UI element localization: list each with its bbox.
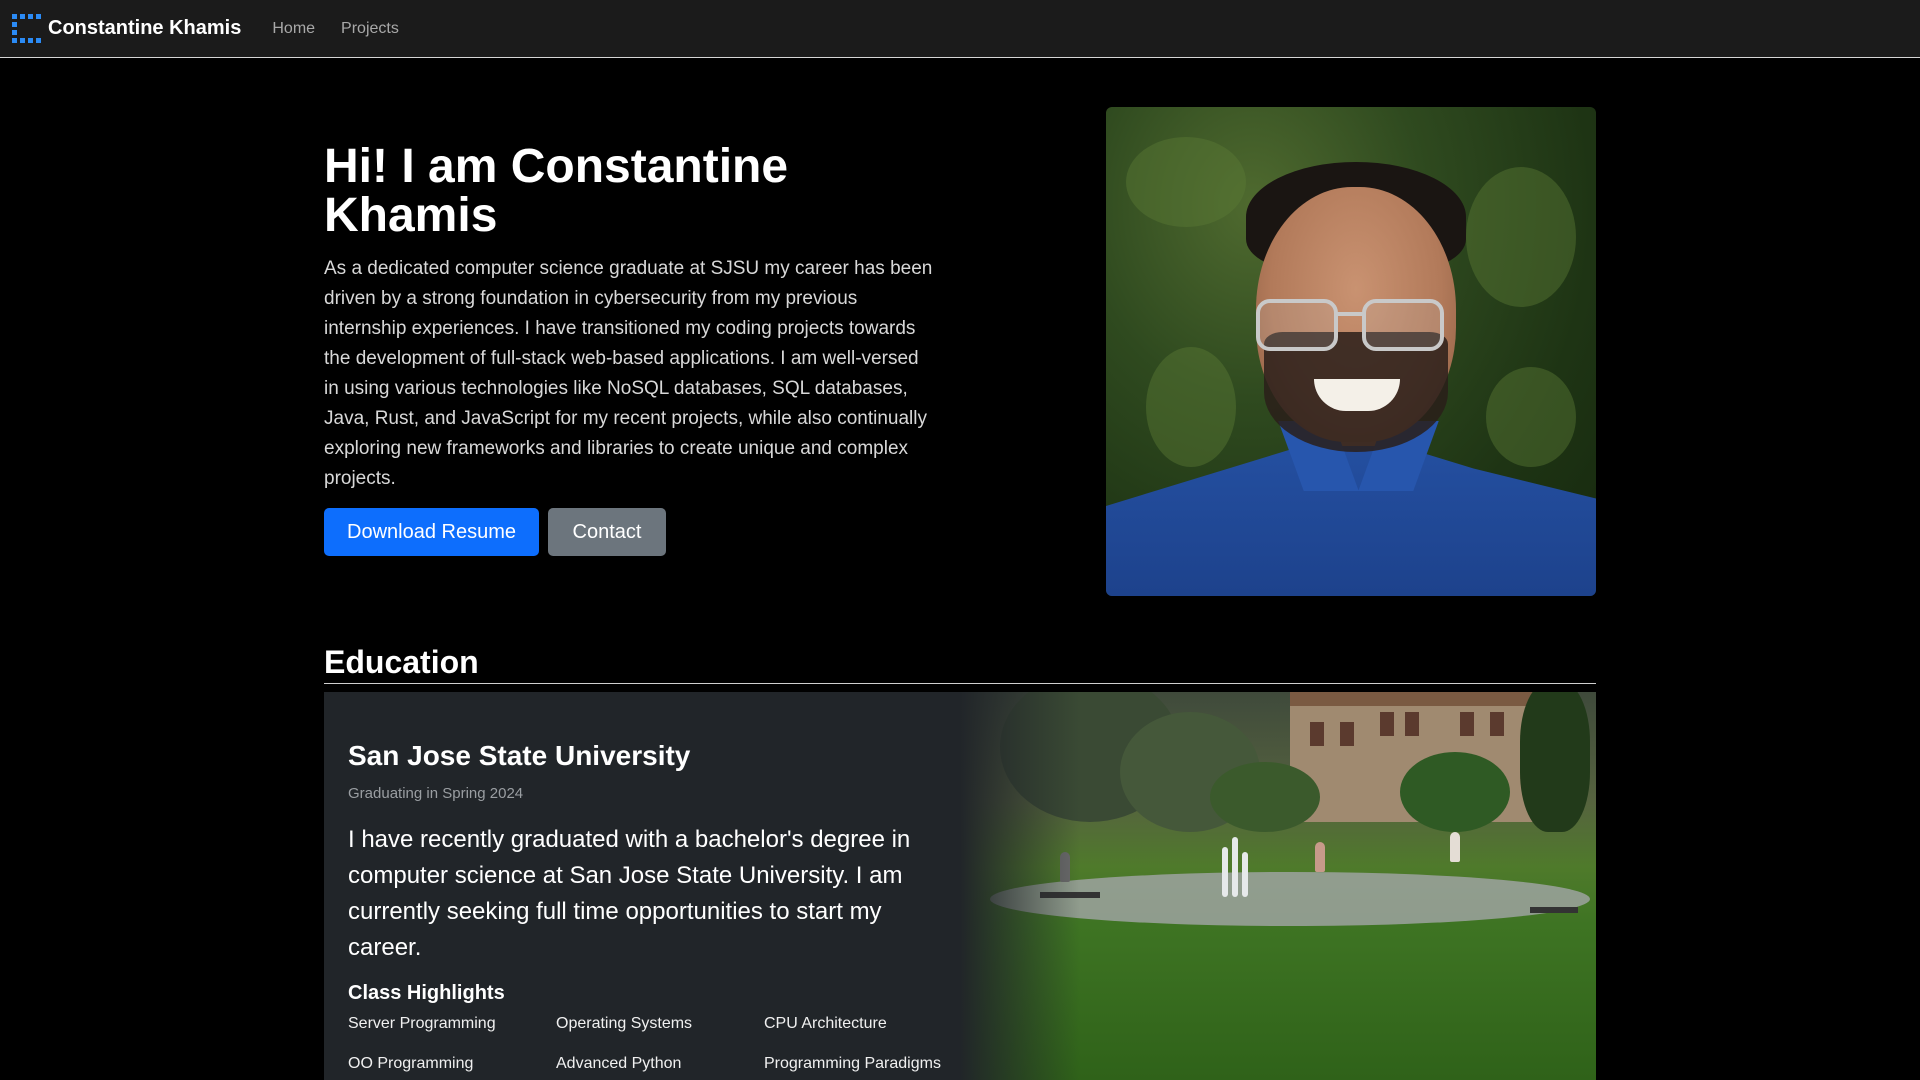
class-highlights-list: Server Programming Operating Systems CPU… bbox=[348, 1014, 978, 1074]
class-item: CPU Architecture bbox=[764, 1015, 887, 1032]
grid-logo-icon bbox=[12, 13, 42, 44]
education-heading: Education bbox=[324, 644, 479, 680]
contact-button[interactable]: Contact bbox=[548, 508, 666, 556]
hero-buttons: Download Resume Contact bbox=[324, 508, 938, 556]
section-divider bbox=[324, 683, 1596, 684]
class-item: Operating Systems bbox=[556, 1015, 693, 1032]
nav-link-home[interactable]: Home bbox=[272, 20, 315, 38]
profile-photo bbox=[1106, 107, 1596, 596]
education-card: San Jose State University Graduating in … bbox=[324, 692, 1596, 1080]
campus-image bbox=[960, 692, 1596, 1080]
nav-link-projects[interactable]: Projects bbox=[341, 20, 399, 38]
navbar: Constantine Khamis Home Projects bbox=[0, 0, 1920, 58]
hero-description: As a dedicated computer science graduate… bbox=[324, 258, 933, 489]
class-item: Advanced Python bbox=[556, 1055, 682, 1072]
brand-link[interactable]: Constantine Khamis bbox=[12, 13, 242, 44]
download-resume-button[interactable]: Download Resume bbox=[324, 508, 539, 556]
education-description: I have recently graduated with a bachelo… bbox=[348, 826, 911, 961]
class-item: OO Programming bbox=[348, 1055, 474, 1072]
class-item: Programming Paradigms bbox=[764, 1055, 941, 1072]
brand-name: Constantine Khamis bbox=[48, 17, 242, 39]
graduation-date: Graduating in Spring 2024 bbox=[348, 785, 524, 802]
hero-title: Hi! I am Constantine Khamis bbox=[324, 140, 789, 242]
hero-section: Hi! I am Constantine Khamis As a dedicat… bbox=[324, 142, 938, 556]
class-highlights-heading: Class Highlights bbox=[348, 982, 505, 1004]
school-name: San Jose State University bbox=[348, 740, 691, 771]
class-item: Server Programming bbox=[348, 1015, 496, 1032]
